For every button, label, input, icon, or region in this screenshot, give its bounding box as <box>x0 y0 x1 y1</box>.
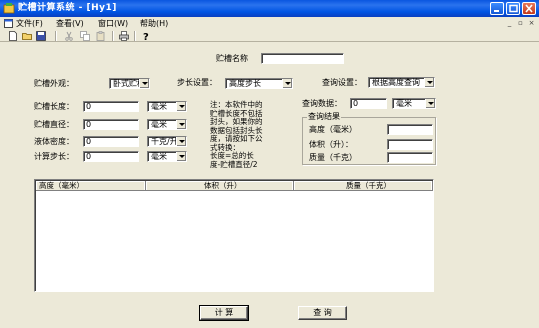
new-file-icon[interactable] <box>8 31 18 41</box>
density-label: 液体密度： <box>34 137 74 146</box>
tank-name-label: 贮槽名称 <box>216 54 248 63</box>
copy-icon[interactable] <box>80 31 90 41</box>
query-data-input[interactable]: 0 <box>350 98 387 109</box>
result-volume-field[interactable] <box>387 139 433 150</box>
shape-select[interactable]: 卧式贮槽 <box>109 78 150 89</box>
cut-icon[interactable] <box>64 31 74 41</box>
tank-name-input[interactable] <box>261 53 344 64</box>
length-unit-select[interactable]: 毫米 <box>147 101 187 112</box>
shape-label: 贮槽外观： <box>34 79 74 88</box>
paste-icon[interactable] <box>96 31 106 41</box>
result-mass-label: 质量（千克） <box>309 153 357 162</box>
step-select[interactable]: 高度步长 <box>225 78 293 89</box>
chevron-down-icon[interactable] <box>139 79 149 88</box>
mdi-close-icon[interactable]: × <box>527 19 536 28</box>
result-height-field[interactable] <box>387 124 433 135</box>
menu-view[interactable]: 查看(V) <box>56 18 84 29</box>
chevron-down-icon[interactable] <box>176 120 186 129</box>
mdi-minimize-icon[interactable]: _ <box>505 19 514 28</box>
query-setting-label: 查询设置： <box>322 78 362 87</box>
window-title: 贮槽计算系统 - [Hy1] <box>18 3 117 13</box>
calc-step-unit-value: 毫米 <box>151 152 167 161</box>
query-setting-value: 根据高度查询 <box>372 78 420 87</box>
title-bar: 贮槽计算系统 - [Hy1] <box>0 0 539 17</box>
chevron-down-icon[interactable] <box>282 79 292 88</box>
column-header-height[interactable]: 高度（毫米） <box>36 181 146 191</box>
table-header: 高度（毫米） 体积（升） 质量（千克） <box>36 181 433 191</box>
density-input[interactable]: 0 <box>83 136 139 147</box>
density-unit-value: 千克/升 <box>151 137 178 146</box>
result-volume-label: 体积（升）： <box>309 140 353 149</box>
length-label: 贮槽长度： <box>34 102 74 111</box>
column-header-volume[interactable]: 体积（升） <box>146 181 294 191</box>
maximize-icon <box>509 4 518 13</box>
chevron-down-icon[interactable] <box>424 78 434 87</box>
menu-help[interactable]: 帮助(H) <box>140 18 168 29</box>
query-results-legend: 查询结果 <box>307 112 341 122</box>
main-form: 贮槽名称 贮槽外观： 卧式贮槽 步长设置： 高度步长 查询设置： 根据高度查询 … <box>0 43 539 328</box>
maximize-button[interactable] <box>506 2 520 15</box>
query-unit-select[interactable]: 毫米 <box>392 98 436 109</box>
toolbar-separator <box>55 31 56 41</box>
query-unit-value: 毫米 <box>396 99 412 108</box>
menu-window[interactable]: 窗口(W) <box>98 18 128 29</box>
diameter-input[interactable]: 0 <box>83 119 139 130</box>
minimize-button[interactable] <box>490 2 504 15</box>
print-icon[interactable] <box>119 31 129 41</box>
step-label: 步长设置： <box>177 78 217 87</box>
svg-text:?: ? <box>143 32 149 41</box>
query-button[interactable]: 查 询 <box>298 306 347 320</box>
minimize-icon <box>494 10 499 12</box>
close-button[interactable] <box>522 2 536 15</box>
length-unit-value: 毫米 <box>151 102 167 111</box>
toolbar-separator <box>134 31 135 41</box>
chevron-down-icon[interactable] <box>176 152 186 161</box>
chevron-down-icon[interactable] <box>176 137 186 146</box>
density-unit-select[interactable]: 千克/升 <box>147 136 187 147</box>
calc-step-label: 计算步长： <box>34 152 74 161</box>
toolbar-separator <box>112 31 113 41</box>
help-icon[interactable]: ? <box>141 31 151 41</box>
result-height-label: 高度（毫米） <box>309 125 357 134</box>
calc-step-input[interactable]: 0 <box>83 151 139 162</box>
chevron-down-icon[interactable] <box>176 102 186 111</box>
open-folder-icon[interactable] <box>22 31 32 41</box>
mdi-restore-icon[interactable]: ▫ <box>516 19 525 28</box>
result-mass-field[interactable] <box>387 152 433 163</box>
save-icon[interactable] <box>36 31 46 41</box>
chevron-down-icon[interactable] <box>425 99 435 108</box>
diameter-unit-select[interactable]: 毫米 <box>147 119 187 130</box>
diameter-label: 贮槽直径： <box>34 120 74 129</box>
length-conversion-note: 注：本软件中的 贮槽长度不包括 封头，如果你的 数据包括封头长 度，请按如下公 … <box>210 100 263 169</box>
results-table[interactable]: 高度（毫米） 体积（升） 质量（千克） <box>34 179 434 292</box>
step-select-value: 高度步长 <box>229 79 261 88</box>
length-input[interactable]: 0 <box>83 101 139 112</box>
close-icon <box>525 4 533 13</box>
query-setting-select[interactable]: 根据高度查询 <box>368 77 435 88</box>
column-header-mass[interactable]: 质量（千克） <box>294 181 433 191</box>
calc-step-unit-select[interactable]: 毫米 <box>147 151 187 162</box>
query-data-label: 查询数据： <box>302 99 342 108</box>
app-icon <box>3 3 15 14</box>
menu-bar: 文件(F) 查看(V) 窗口(W) 帮助(H) _ ▫ × <box>0 17 539 30</box>
calculate-button[interactable]: 计 算 <box>199 305 249 321</box>
menu-file[interactable]: 文件(F) <box>16 18 43 29</box>
query-results-group: 查询结果 高度（毫米） 体积（升）： 质量（千克） <box>302 112 436 165</box>
diameter-unit-value: 毫米 <box>151 120 167 129</box>
document-icon[interactable] <box>4 19 13 28</box>
toolbar: ? <box>0 30 539 42</box>
